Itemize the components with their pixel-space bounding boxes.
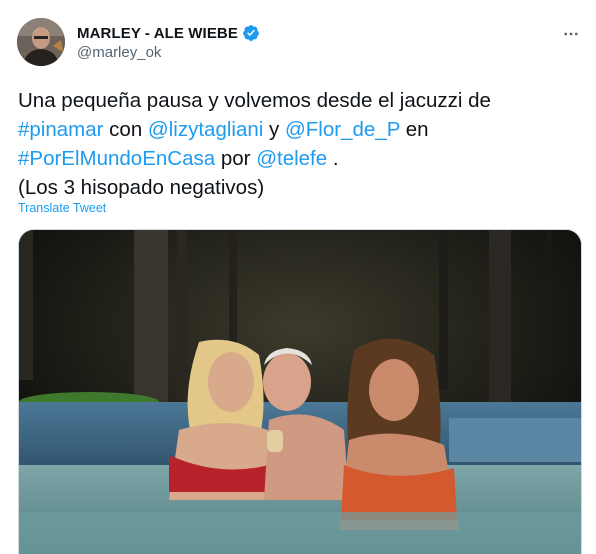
- display-name[interactable]: MARLEY - ALE WIEBE: [77, 25, 238, 42]
- tweet-text-segment: Una pequeña pausa y volvemos desde el ja…: [18, 89, 491, 112]
- tweet-text-line: (Los 3 hisopado negativos): [18, 173, 578, 202]
- hashtag-link[interactable]: #PorElMundoEnCasa: [18, 147, 215, 170]
- tweet-text-segment: en: [400, 118, 429, 141]
- user-handle[interactable]: @marley_ok: [77, 44, 260, 61]
- mention-link[interactable]: @lizytagliani: [148, 118, 263, 141]
- user-names: MARLEY - ALE WIEBE @marley_ok: [77, 23, 260, 61]
- tweet-text: Una pequeña pausa y volvemos desde el ja…: [18, 86, 578, 202]
- tweet-text-segment: .: [327, 147, 339, 170]
- tweet-text-line: #pinamar con @lizytagliani y @Flor_de_P …: [18, 115, 578, 144]
- tweet-text-segment: y: [263, 118, 285, 141]
- hashtag-link[interactable]: #pinamar: [18, 118, 103, 141]
- avatar[interactable]: [17, 18, 65, 66]
- tweet-header: MARLEY - ALE WIEBE @marley_ok: [17, 18, 583, 68]
- mention-link[interactable]: @telefe: [256, 147, 327, 170]
- more-options-icon[interactable]: [559, 22, 583, 46]
- tweet-card: MARLEY - ALE WIEBE @marley_ok Una pequeñ…: [0, 0, 596, 554]
- mention-link[interactable]: @Flor_de_P: [285, 118, 400, 141]
- tweet-text-line: #PorElMundoEnCasa por @telefe .: [18, 144, 578, 173]
- translate-tweet-link[interactable]: Translate Tweet: [18, 201, 106, 215]
- verified-badge-icon: [242, 24, 260, 42]
- display-name-row: MARLEY - ALE WIEBE: [77, 23, 260, 43]
- tweet-text-line: Una pequeña pausa y volvemos desde el ja…: [18, 86, 578, 115]
- tweet-text-segment: (Los 3 hisopado negativos): [18, 176, 265, 199]
- tweet-photo[interactable]: [18, 229, 582, 554]
- tweet-text-segment: por: [215, 147, 257, 170]
- tweet-text-segment: con: [103, 118, 148, 141]
